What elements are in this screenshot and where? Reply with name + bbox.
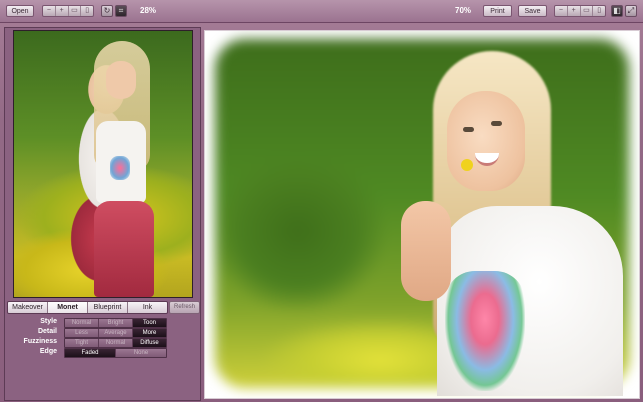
tab-blueprint[interactable]: Blueprint bbox=[88, 302, 128, 313]
thumbnail-skirt bbox=[94, 201, 154, 297]
fullscreen-icon[interactable]: ⤢ bbox=[625, 5, 637, 17]
compare-icon[interactable]: ◧ bbox=[611, 5, 623, 17]
right-zoom-value: 70% bbox=[455, 6, 472, 15]
zoom-out-icon[interactable]: − bbox=[555, 6, 568, 16]
preview-flower bbox=[461, 159, 473, 171]
fuzziness-option-normal[interactable]: Normal bbox=[99, 339, 133, 347]
fuzziness-option-diffuse[interactable]: Diffuse bbox=[133, 339, 166, 347]
edge-label: Edge bbox=[39, 348, 57, 355]
preview-left-eye bbox=[463, 127, 474, 132]
save-button[interactable]: Save bbox=[518, 5, 547, 17]
crop-icon[interactable]: ⌗ bbox=[115, 5, 127, 17]
effect-tabs: Makeover Monet Blueprint Ink bbox=[7, 301, 168, 314]
thumbnail-face bbox=[106, 61, 136, 99]
style-option-normal[interactable]: Normal bbox=[65, 319, 99, 327]
tab-makeover[interactable]: Makeover bbox=[8, 302, 48, 313]
edge-option-none[interactable]: None bbox=[116, 349, 166, 357]
detail-option-less[interactable]: Less bbox=[65, 329, 99, 337]
refresh-button[interactable]: Refresh bbox=[169, 301, 200, 314]
detail-label: Detail bbox=[37, 328, 57, 335]
fit-icon[interactable]: ▭ bbox=[581, 6, 594, 16]
zoom-out-icon[interactable]: − bbox=[43, 6, 56, 16]
left-zoom-value: 28% bbox=[140, 6, 157, 15]
preview-arm bbox=[401, 201, 451, 301]
fuzziness-label: Fuzziness bbox=[23, 338, 57, 345]
fuzziness-option-tight[interactable]: Tight bbox=[65, 339, 99, 347]
detail-selector: Less Average More bbox=[64, 328, 167, 338]
fit-icon[interactable]: ▭ bbox=[69, 6, 82, 16]
fuzziness-selector: Tight Normal Diffuse bbox=[64, 338, 167, 348]
detail-option-more[interactable]: More bbox=[133, 329, 166, 337]
toolbar: Open − + ▭ ▯ ↻ ⌗ 28% 70% Print Save − + … bbox=[0, 0, 643, 23]
actual-size-icon[interactable]: ▯ bbox=[593, 6, 605, 16]
rotate-icon[interactable]: ↻ bbox=[101, 5, 113, 17]
tab-monet[interactable]: Monet bbox=[48, 302, 88, 313]
open-button[interactable]: Open bbox=[6, 5, 34, 17]
left-zoom-segmented-control[interactable]: − + ▭ ▯ bbox=[42, 5, 94, 17]
preview-shirt-print bbox=[445, 271, 525, 391]
preview-face bbox=[447, 91, 525, 191]
original-photo-thumbnail bbox=[13, 30, 193, 298]
zoom-in-icon[interactable]: + bbox=[568, 6, 581, 16]
print-button[interactable]: Print bbox=[483, 5, 512, 17]
effect-preview-canvas[interactable] bbox=[204, 30, 640, 399]
app-window: Open − + ▭ ▯ ↻ ⌗ 28% 70% Print Save − + … bbox=[0, 0, 643, 402]
preview-right-eye bbox=[491, 121, 502, 126]
tab-ink[interactable]: Ink bbox=[128, 302, 167, 313]
style-selector: Normal Bright Toon bbox=[64, 318, 167, 328]
right-zoom-segmented-control[interactable]: − + ▭ ▯ bbox=[554, 5, 606, 17]
edge-selector: Faded None bbox=[64, 348, 167, 358]
edge-option-faded[interactable]: Faded bbox=[65, 349, 116, 357]
style-option-bright[interactable]: Bright bbox=[99, 319, 133, 327]
style-option-toon[interactable]: Toon bbox=[133, 319, 166, 327]
actual-size-icon[interactable]: ▯ bbox=[81, 6, 93, 16]
zoom-in-icon[interactable]: + bbox=[56, 6, 69, 16]
thumbnail-shirt-print bbox=[110, 156, 130, 180]
detail-option-average[interactable]: Average bbox=[99, 329, 133, 337]
style-label: Style bbox=[40, 318, 57, 325]
